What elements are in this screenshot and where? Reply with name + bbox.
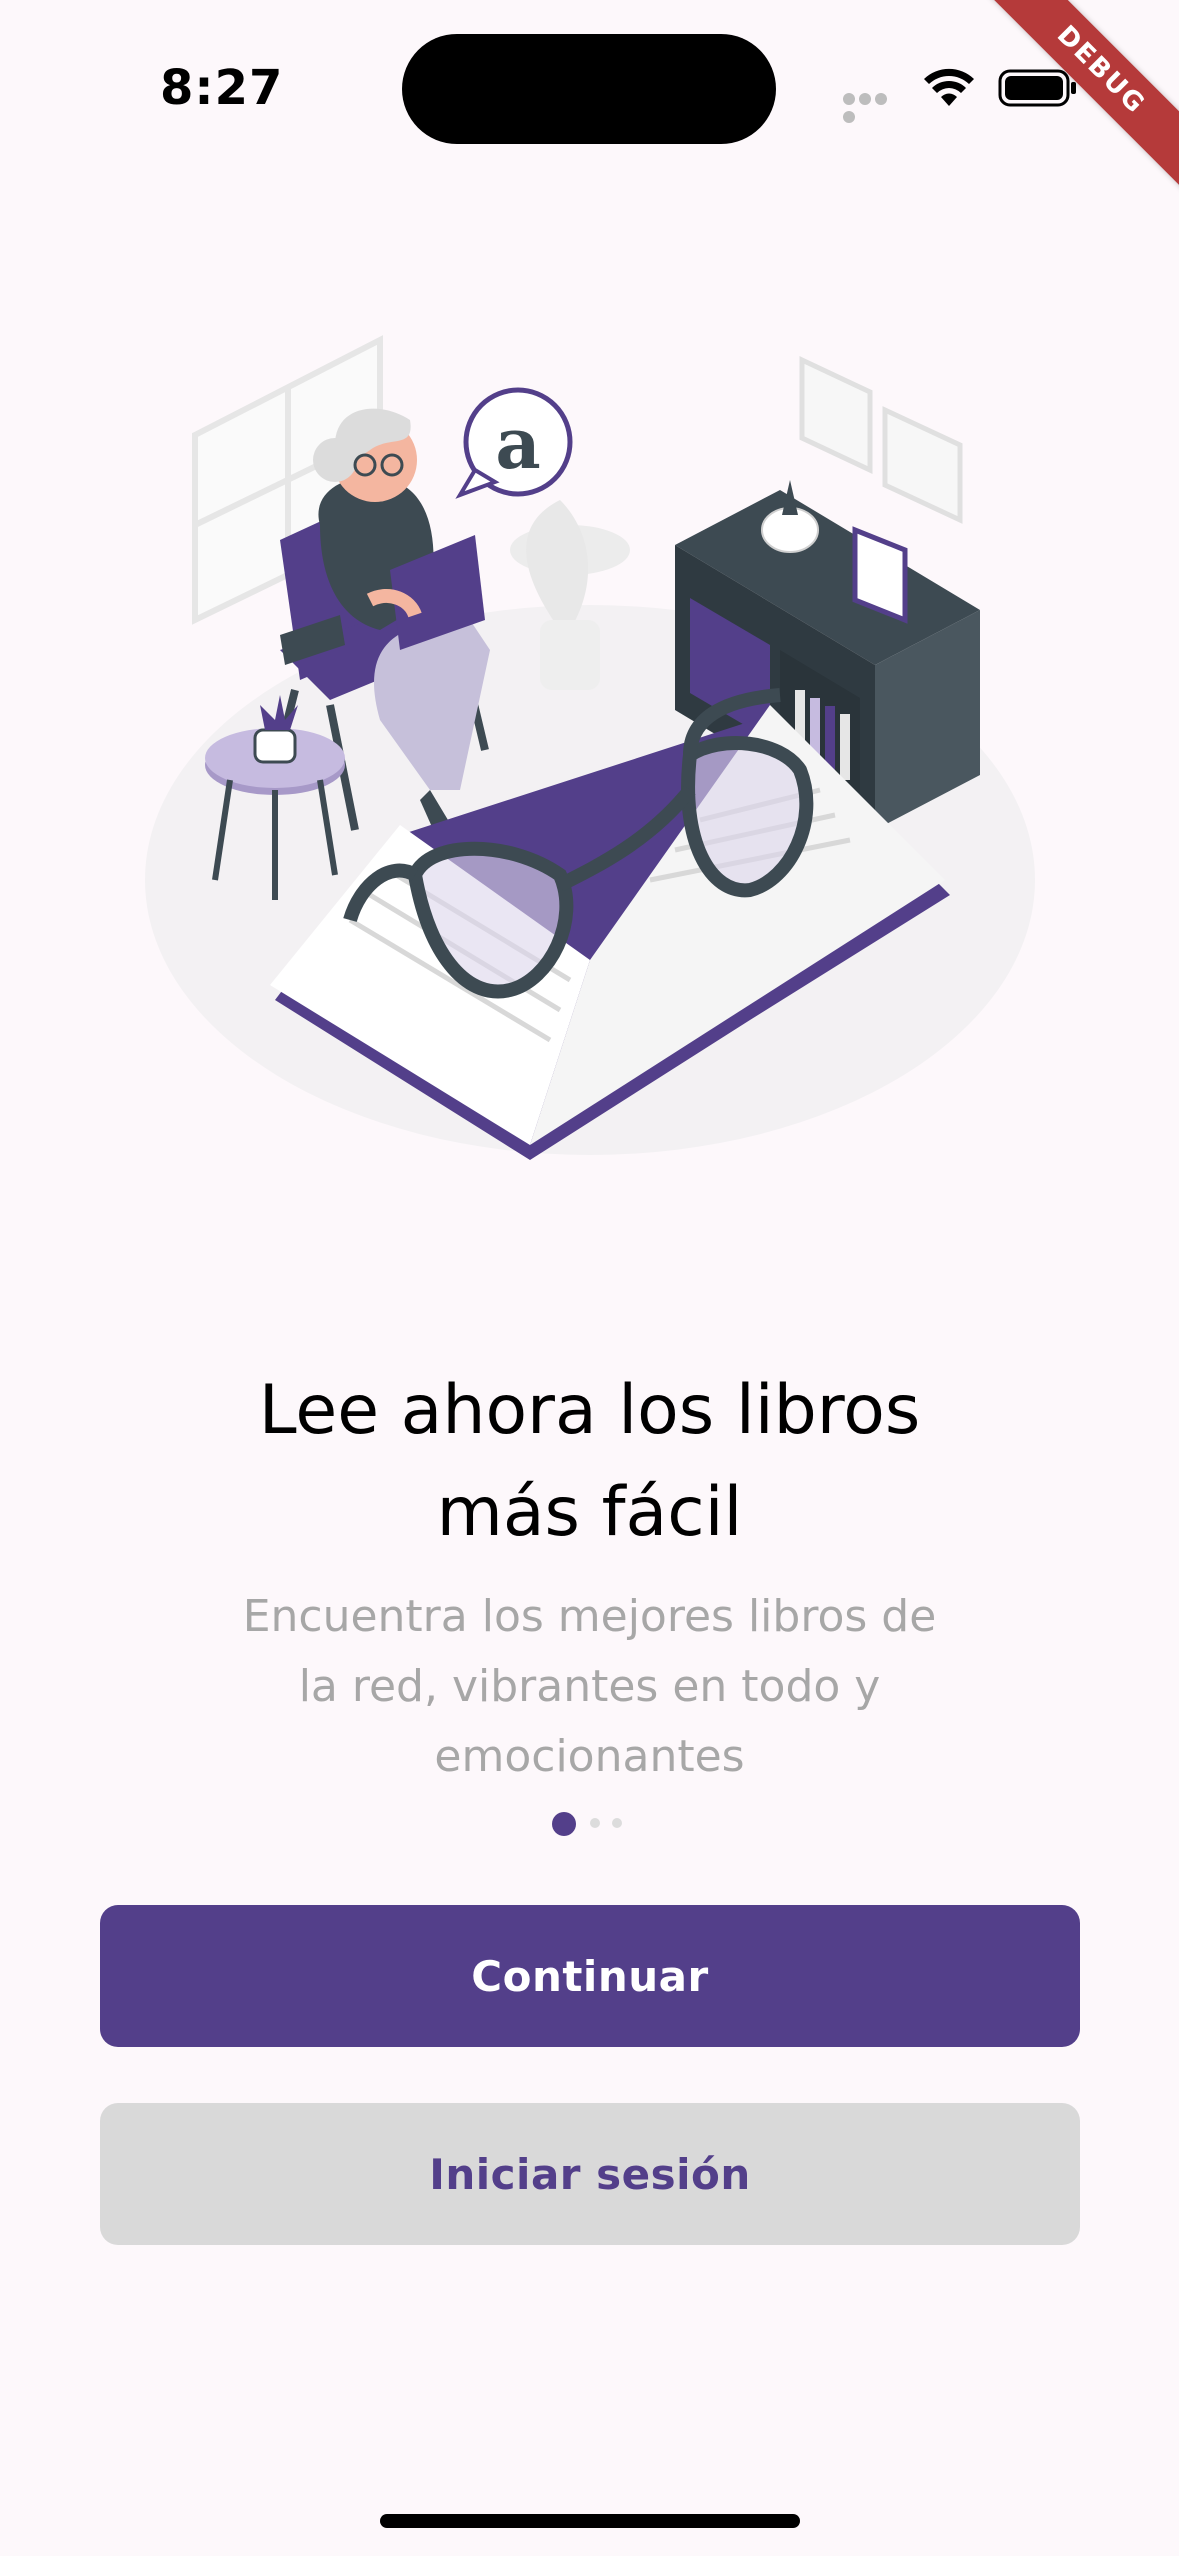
dynamic-island	[402, 34, 776, 144]
speech-bubble-graphic: a	[455, 387, 573, 499]
cellular-signal-icon	[843, 92, 905, 123]
speech-bubble-letter: a	[495, 402, 540, 485]
home-indicator	[380, 2514, 800, 2528]
wifi-icon	[924, 68, 974, 106]
continue-button[interactable]: Continuar	[100, 1905, 1080, 2047]
subtitle-line-1: Encuentra los mejores libros de	[242, 1591, 937, 1642]
page-indicator	[552, 1808, 632, 1836]
page-dot-1	[552, 1812, 576, 1836]
title-line-1: Lee ahora los libros	[258, 1371, 921, 1450]
onboarding-subtitle: Encuentra los mejores libros de la red, …	[200, 1582, 979, 1792]
onboarding-title: Lee ahora los libros más fácil	[200, 1360, 979, 1564]
battery-icon	[998, 69, 1076, 107]
wall-frames-graphic	[799, 356, 963, 524]
reading-illustration: a	[145, 335, 1035, 1160]
login-button[interactable]: Iniciar sesión	[100, 2103, 1080, 2245]
subtitle-line-2: la red, vibrantes en todo y	[298, 1661, 881, 1712]
subtitle-line-3: emocionantes	[434, 1731, 745, 1782]
status-time: 8:27	[160, 60, 284, 116]
page-dot-2	[590, 1818, 600, 1828]
page-dot-3	[612, 1818, 622, 1828]
title-line-2: más fácil	[436, 1473, 743, 1552]
